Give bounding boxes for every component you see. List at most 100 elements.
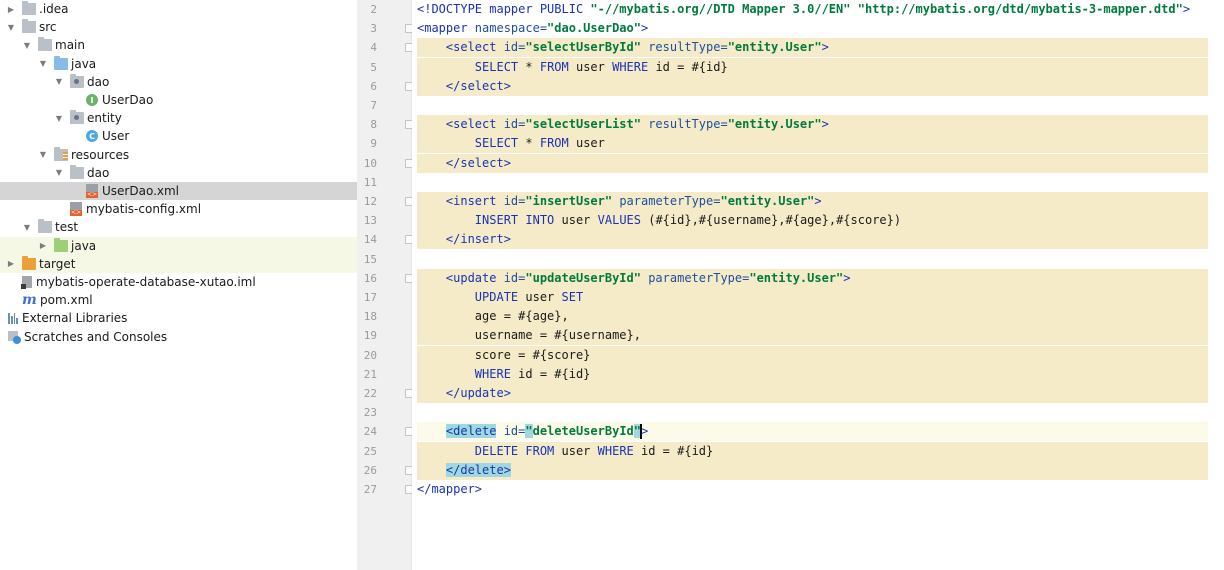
code-line[interactable]: SELECT * FROM user WHERE id = #{id} [417, 57, 1208, 77]
line-number: 20 [363, 348, 377, 362]
code-line[interactable]: score = #{score} [417, 345, 1208, 365]
tree-item-main[interactable]: ▼ main [0, 36, 357, 54]
code-line[interactable]: </delete> [417, 460, 1208, 480]
code-line[interactable]: SELECT * FROM user [417, 134, 1208, 154]
line-number: 15 [363, 252, 377, 266]
code-token: </insert> [445, 232, 511, 247]
code-line[interactable]: </insert> [417, 230, 1208, 250]
code-line[interactable]: <mapper namespace="dao.UserDao"> [417, 19, 648, 38]
collapse-arrow-icon[interactable]: ▼ [53, 76, 65, 88]
code-token: id = #{id} [633, 443, 714, 458]
code-line[interactable]: <select id="selectUserById" resultType="… [417, 38, 1208, 58]
tree-item-dao[interactable]: ▼ dao [0, 73, 357, 91]
code-line[interactable]: <insert id="insertUser" parameterType="e… [417, 192, 1208, 211]
line-number: 16 [363, 271, 377, 285]
tree-item-target[interactable]: ▶ target [0, 254, 357, 273]
code-token: user [568, 136, 605, 151]
code-token: " [525, 424, 533, 439]
code-token: DELETE FROM [474, 443, 555, 458]
tree-item-userdao[interactable]: I UserDao [0, 91, 357, 109]
code-line[interactable]: age = #{age}, [417, 307, 1208, 327]
xml-file-icon [70, 202, 83, 217]
code-line[interactable]: <delete id="deleteUserById"> [417, 422, 1208, 442]
code-token: (#{id},#{username},#{age},#{score}) [641, 213, 902, 228]
code-line[interactable]: username = #{username}, [417, 326, 1208, 346]
tree-item-userdao-xml[interactable]: UserDao.xml [0, 182, 357, 200]
expand-arrow-icon[interactable]: ▶ [5, 258, 17, 270]
line-number: 13 [363, 214, 377, 228]
folder-icon [38, 219, 52, 234]
collapse-arrow-icon[interactable]: ▼ [21, 221, 33, 233]
code-token: UPDATE [474, 290, 519, 304]
tree-item-external-libraries[interactable]: External Libraries [0, 309, 357, 327]
code-line[interactable]: UPDATE user SET [417, 288, 1208, 307]
collapse-arrow-icon[interactable]: ▼ [5, 21, 17, 33]
tree-item-label: java [71, 56, 97, 71]
tree-item-src[interactable]: ▼ src [0, 18, 357, 36]
module-file-icon [21, 276, 32, 289]
code-line[interactable]: WHERE id = #{id} [417, 364, 1208, 384]
line-number: 6 [370, 79, 377, 93]
code-token: <mapper [417, 21, 475, 36]
tree-item-label: dao [87, 74, 110, 89]
code-token: </delete> [445, 462, 511, 477]
code-token: <select [445, 40, 504, 55]
expand-arrow-icon[interactable]: ▶ [37, 240, 49, 252]
tree-item-test[interactable]: ▼ test [0, 218, 357, 236]
code-line[interactable]: <select id="selectUserList" resultType="… [417, 115, 1208, 135]
tree-item--idea[interactable]: ▶ .idea [0, 0, 357, 18]
package-icon [70, 110, 84, 125]
code-editor[interactable]: <!DOCTYPE mapper PUBLIC "-//mybatis.org/… [412, 0, 1224, 570]
code-line[interactable]: </select> [417, 153, 1208, 173]
tree-item-label: resources [71, 147, 130, 162]
collapse-arrow-icon[interactable]: ▼ [21, 39, 33, 51]
tree-item-mybatis-operate-database-xutao-iml[interactable]: mybatis-operate-database-xutao.iml [0, 273, 357, 291]
code-token: deleteUserById [532, 424, 634, 439]
code-line[interactable]: </update> [417, 384, 1208, 403]
code-line[interactable]: DELETE FROM user WHERE id = #{id} [417, 441, 1208, 461]
line-number: 2 [370, 3, 377, 16]
collapse-arrow-icon[interactable]: ▼ [53, 167, 65, 179]
line-number: 3 [370, 22, 377, 36]
code-line[interactable]: INSERT INTO user VALUES (#{id},#{usernam… [417, 211, 1208, 231]
line-number: 4 [370, 41, 377, 55]
collapse-arrow-icon[interactable]: ▼ [37, 58, 49, 70]
tree-item-label: target [39, 256, 76, 271]
tree-item-dao[interactable]: ▼ dao [0, 164, 357, 182]
code-line[interactable]: </select> [417, 76, 1208, 96]
code-token: <select [445, 117, 504, 132]
tree-item-entity[interactable]: ▼ entity [0, 109, 357, 127]
line-number: 7 [370, 99, 377, 112]
line-number: 10 [363, 156, 377, 170]
collapse-arrow-icon[interactable]: ▼ [37, 149, 49, 161]
code-token: resultType= [640, 117, 728, 132]
tree-item-label: UserDao [102, 93, 154, 107]
code-line[interactable]: <update id="updateUserById" parameterTyp… [417, 268, 1208, 288]
line-number: 14 [363, 233, 377, 247]
tree-item-pom-xml[interactable]: m pom.xml [0, 291, 357, 309]
tree-item-mybatis-config-xml[interactable]: mybatis-config.xml [0, 200, 357, 218]
code-line[interactable]: <!DOCTYPE mapper PUBLIC "-//mybatis.org/… [417, 0, 1190, 19]
tree-item-java[interactable]: ▼ java [0, 55, 357, 73]
code-token: > [843, 270, 851, 285]
tree-item-label: mybatis-config.xml [86, 202, 202, 217]
code-token: id= [503, 270, 526, 285]
tree-item-resources[interactable]: ▼ resources [0, 146, 357, 164]
tree-item-scratches-and-consoles[interactable]: Scratches and Consoles [0, 328, 357, 346]
tree-item-java[interactable]: ▶ java [0, 236, 357, 255]
xml-file-icon [86, 184, 99, 198]
code-token: "-//mybatis.org//DTD Mapper 3.0//EN" [590, 2, 851, 16]
collapse-arrow-icon[interactable]: ▼ [53, 112, 65, 124]
excluded-folder-icon [22, 255, 36, 270]
tree-item-user[interactable]: C User [0, 127, 357, 145]
expand-arrow-icon[interactable]: ▶ [5, 3, 17, 15]
code-line[interactable]: </mapper> [417, 480, 482, 499]
code-token: "updateUserById" [525, 270, 641, 285]
code-token: id= [503, 117, 526, 132]
code-token: > [1182, 2, 1191, 16]
